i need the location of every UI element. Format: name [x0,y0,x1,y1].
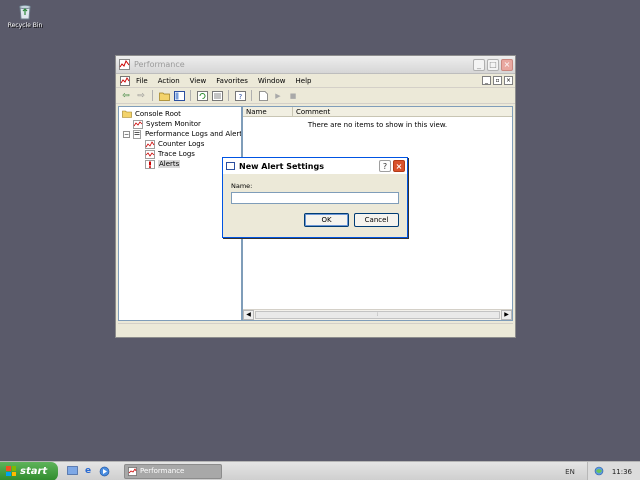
cancel-button[interactable]: Cancel [354,213,399,227]
show-desktop-icon[interactable] [66,465,78,477]
window-titlebar[interactable]: Performance _ □ × [116,56,515,74]
collapse-toggle[interactable]: − [123,130,130,138]
performance-logs-icon [132,129,142,139]
taskbar-item-label: Performance [140,467,185,475]
help-topics-icon[interactable]: ? [234,90,246,102]
stop-icon[interactable]: ■ [287,90,299,102]
show-hide-tree-icon[interactable] [173,90,185,102]
refresh-icon[interactable] [196,90,208,102]
taskbar: start e Performance EN 11:36 [0,461,640,480]
media-player-icon[interactable] [98,465,110,477]
console-menu-icon[interactable] [119,75,131,87]
export-list-icon[interactable] [211,90,223,102]
menu-view[interactable]: View [185,77,212,85]
dialog-window-icon [226,162,235,170]
dialog-titlebar[interactable]: New Alert Settings ? × [223,158,407,174]
name-label: Name: [231,182,253,190]
notification-area: 11:36 [586,462,640,480]
start-label: start [20,465,48,477]
counter-logs-icon [145,139,155,149]
folder-icon [122,110,132,119]
back-arrow-icon[interactable]: ⇦ [120,90,132,102]
minimize-button[interactable]: _ [473,58,485,71]
menu-help[interactable]: Help [291,77,317,85]
new-document-icon[interactable] [257,90,269,102]
scroll-left-icon[interactable]: ◀ [243,310,254,320]
recycle-bin-icon [16,2,34,20]
performance-taskbar-icon [128,466,137,476]
dialog-title: New Alert Settings [239,161,324,171]
start-button[interactable]: start [0,461,58,480]
dialog-close-button[interactable]: × [393,160,405,172]
up-folder-icon[interactable] [158,90,170,102]
system-tray: EN 11:36 [565,462,640,480]
start-icon[interactable]: ▶ [272,90,284,102]
menu-action[interactable]: Action [153,77,185,85]
scroll-right-icon[interactable]: ▶ [501,310,512,320]
window-title: Performance [134,60,185,69]
taskbar-item-performance[interactable]: Performance [124,463,222,479]
performance-app-icon [119,59,130,70]
forward-arrow-icon[interactable]: ⇨ [135,90,147,102]
tree-item-console-root[interactable]: Console Root [119,109,241,119]
recycle-bin-desktop-icon[interactable]: Recycle Bin [6,2,44,29]
recycle-bin-label: Recycle Bin [7,22,43,29]
internet-explorer-icon[interactable]: e [82,465,94,477]
dialog-help-button[interactable]: ? [379,160,391,172]
quick-launch: e [66,465,110,477]
windows-logo-icon [6,466,16,476]
trace-logs-icon [145,149,155,159]
language-indicator[interactable]: EN [565,468,575,476]
child-close-button[interactable]: × [504,76,513,85]
column-header-name[interactable]: Name [243,107,293,116]
ok-button[interactable]: OK [304,213,349,227]
child-restore-button[interactable]: ▫ [493,76,502,85]
scroll-thumb[interactable]: ⁞ [255,311,500,319]
tree-item-performance-logs[interactable]: − Performance Logs and Alerts [119,129,241,139]
toolbar: ⇦ ⇨ ? ▶ ■ [116,88,515,104]
maximize-button[interactable]: □ [487,58,499,71]
menubar: File Action View Favorites Window Help _… [116,74,515,88]
tree-item-system-monitor[interactable]: System Monitor [119,119,241,129]
alert-name-input[interactable] [231,192,399,204]
child-minimize-button[interactable]: _ [482,76,491,85]
menu-favorites[interactable]: Favorites [211,77,253,85]
status-bar [118,323,513,335]
new-alert-settings-dialog: New Alert Settings ? × Name: OK Cancel [222,157,408,238]
tree-item-counter-logs[interactable]: Counter Logs [119,139,241,149]
column-header-comment[interactable]: Comment [293,107,512,116]
menu-file[interactable]: File [131,77,153,85]
close-button[interactable]: × [501,58,513,71]
alerts-icon [145,159,155,169]
clock[interactable]: 11:36 [612,468,632,476]
network-icon[interactable] [594,466,604,478]
svg-text:?: ? [238,93,242,101]
empty-list-message: There are no items to show in this view. [307,121,448,129]
system-monitor-icon [133,119,143,129]
horizontal-scrollbar[interactable]: ◀ ⁞ ▶ [243,309,512,320]
menu-window[interactable]: Window [253,77,291,85]
list-header: Name Comment [243,107,512,117]
